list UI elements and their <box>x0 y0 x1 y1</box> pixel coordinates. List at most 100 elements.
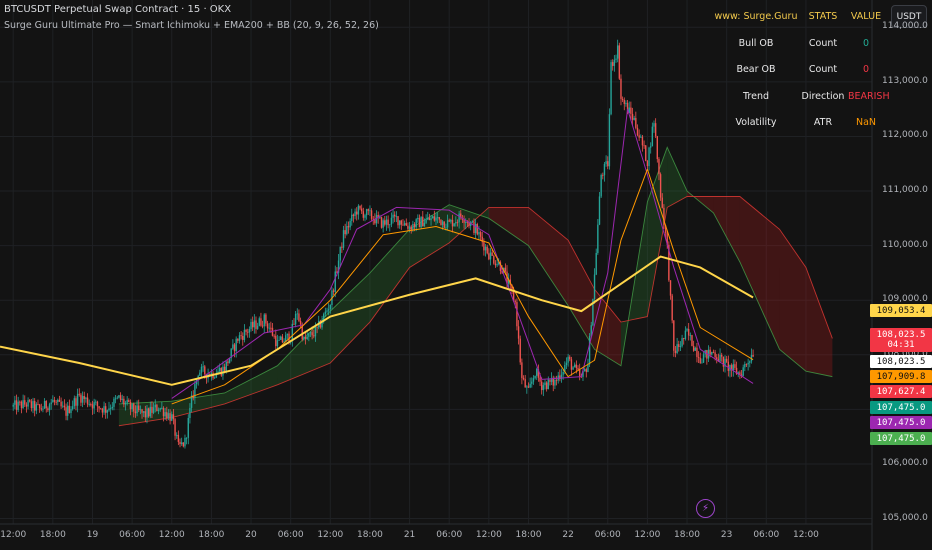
candle-up <box>339 246 341 261</box>
stats-stat: ATR <box>813 117 833 128</box>
candle-up <box>351 214 353 221</box>
lightning-icon[interactable]: ⚡ <box>696 499 715 518</box>
candle-down <box>166 412 168 419</box>
candle-up <box>114 398 117 400</box>
candle-up <box>111 406 114 409</box>
candle-up <box>349 220 351 228</box>
candle-down <box>356 211 358 215</box>
candle-up <box>412 224 414 230</box>
candle-down <box>169 413 171 421</box>
candle-down <box>646 160 649 167</box>
candle-up <box>701 362 703 364</box>
candle-down <box>101 408 104 413</box>
time-axis-label: 06:00 <box>436 530 463 540</box>
candle-down <box>60 401 62 407</box>
candle-down <box>456 222 459 223</box>
candle-up <box>139 409 142 411</box>
candle-down <box>227 361 229 364</box>
candle-up <box>35 404 38 411</box>
candle-down <box>177 434 180 442</box>
candle-up <box>50 402 52 405</box>
candle-down <box>133 403 135 412</box>
candle-up <box>389 224 391 226</box>
candle-down <box>273 335 275 337</box>
candle-down <box>669 280 672 296</box>
candle-down <box>631 113 634 120</box>
candle-up <box>653 123 655 127</box>
candle-up <box>364 215 366 218</box>
candle-up <box>329 304 332 310</box>
candle-down <box>578 369 581 377</box>
price-axis-label: 105,000.0 <box>882 512 928 523</box>
candle-down <box>504 267 507 272</box>
candle-down <box>697 356 700 358</box>
stats-header-site: www: Surge.Guru <box>714 11 798 22</box>
candle-up <box>382 220 384 228</box>
candle-down <box>656 136 659 160</box>
candle-down <box>539 377 541 382</box>
time-axis-label: 23 <box>720 530 733 540</box>
candle-down <box>645 145 647 161</box>
candle-up <box>184 437 186 447</box>
candle-down <box>174 419 176 436</box>
price-axis-label: 109,000.0 <box>882 294 928 305</box>
candle-down <box>47 408 49 411</box>
candle-down <box>433 216 436 221</box>
candle-down <box>100 408 102 410</box>
candle-up <box>103 406 105 413</box>
indicator-legend[interactable]: Surge Guru Ultimate Pro — Smart Ichimoku… <box>4 20 379 31</box>
candle-up <box>474 224 477 234</box>
stats-value: NaN <box>855 117 877 128</box>
candle-up <box>430 218 432 221</box>
candle-down <box>516 302 518 327</box>
candle-down <box>29 400 31 402</box>
candle-up <box>536 368 538 376</box>
candle-down <box>402 224 404 226</box>
candle-down <box>387 219 389 226</box>
candle-up <box>225 361 227 372</box>
candle-down <box>577 368 579 370</box>
candle-down <box>313 335 315 337</box>
candle-up <box>185 437 188 439</box>
candle-up <box>256 325 259 329</box>
candle-down <box>119 395 122 400</box>
candle-down <box>476 224 478 235</box>
candle-up <box>164 412 166 417</box>
candle-up <box>684 330 687 339</box>
candle-down <box>745 364 748 365</box>
candle-up <box>465 222 467 223</box>
candle-down <box>397 216 399 226</box>
candle-up <box>268 327 270 329</box>
candle-up <box>436 217 439 218</box>
candle-down <box>479 232 482 237</box>
candle-down <box>53 399 56 402</box>
candle-down <box>233 344 236 352</box>
candle-down <box>298 313 300 321</box>
candle-down <box>240 335 242 337</box>
candle-down <box>370 210 373 219</box>
candle-up <box>417 217 419 220</box>
candle-down <box>569 356 571 360</box>
candle-down <box>362 211 365 218</box>
candle-down <box>367 209 369 211</box>
candle-up <box>171 414 173 421</box>
candle-down <box>344 230 346 235</box>
candle-up <box>285 335 287 342</box>
candle-up <box>455 222 457 224</box>
candle-up <box>154 404 156 408</box>
candle-up <box>681 338 683 347</box>
candle-up <box>458 213 460 223</box>
candle-up <box>357 205 360 215</box>
stats-label: Bear OB <box>736 64 776 75</box>
candle-down <box>473 221 475 234</box>
candle-down <box>638 135 640 138</box>
price-label: 107,909.8 <box>870 370 932 383</box>
candle-down <box>255 320 257 329</box>
candle-up <box>278 339 280 341</box>
candle-up <box>296 313 298 315</box>
candle-up <box>136 405 138 414</box>
candle-down <box>699 357 701 364</box>
candle-up <box>694 347 696 351</box>
candle-down <box>204 366 206 374</box>
price-axis-label: 110,000.0 <box>882 239 928 250</box>
